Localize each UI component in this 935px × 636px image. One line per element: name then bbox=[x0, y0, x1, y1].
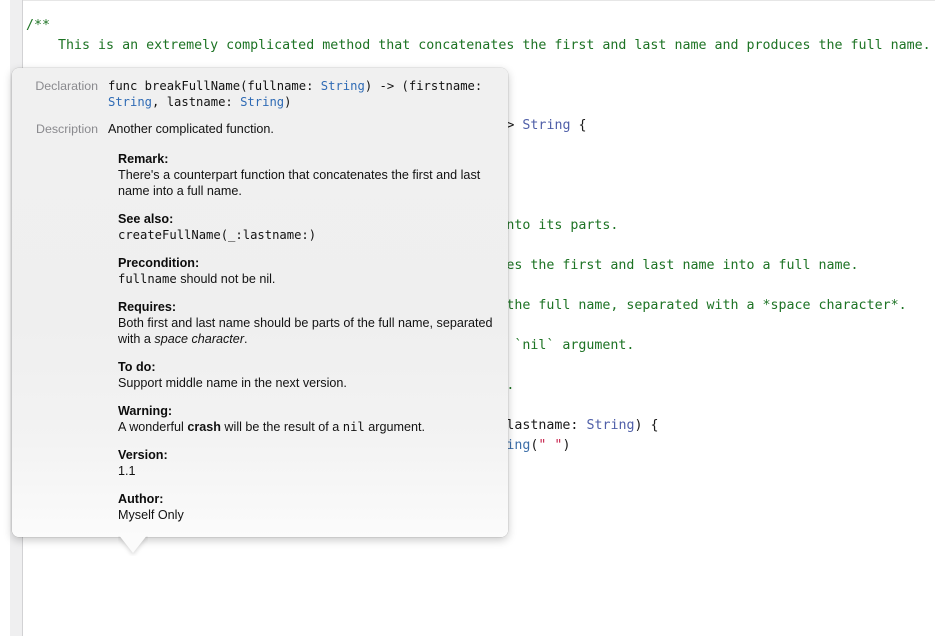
declaration-token: String bbox=[108, 95, 152, 109]
description-value: Another complicated function. bbox=[108, 121, 494, 137]
discussion-block: Precondition:fullname should not be nil. bbox=[118, 255, 494, 287]
code-line: This is an extremely complicated method … bbox=[26, 36, 931, 56]
discussion-block: Version:1.1 bbox=[118, 447, 494, 479]
code-token: This is an extremely complicated method … bbox=[26, 38, 931, 53]
discussion-body: A wonderful crash will be the result of … bbox=[118, 419, 494, 435]
quick-help-rows: Declaration func breakFullName(fullname:… bbox=[12, 68, 508, 137]
discussion-title: Precondition: bbox=[118, 255, 494, 271]
code-token: String bbox=[586, 418, 634, 433]
discussion-body: 1.1 bbox=[118, 463, 494, 479]
discussion-body: createFullName(_:lastname:) bbox=[118, 227, 494, 243]
quick-help-popover[interactable]: Declaration func breakFullName(fullname:… bbox=[12, 68, 508, 537]
discussion-block: Requires:Both first and last name should… bbox=[118, 299, 494, 347]
code-token: ) { bbox=[634, 418, 658, 433]
discussion-body: Support middle name in the next version. bbox=[118, 375, 494, 391]
discussion-title: Version: bbox=[118, 447, 494, 463]
discussion-body: Both first and last name should be parts… bbox=[118, 315, 494, 347]
discussion-body: There's a counterpart function that conc… bbox=[118, 167, 494, 199]
code-line: /** bbox=[26, 16, 931, 36]
discussion-block: Author:Myself Only bbox=[118, 491, 494, 523]
discussion-title: Warning: bbox=[118, 403, 494, 419]
discussion-title: See also: bbox=[118, 211, 494, 227]
declaration-token: , lastname: bbox=[152, 95, 240, 109]
discussion-block: Warning:A wonderful crash will be the re… bbox=[118, 403, 494, 435]
declaration-token: func breakFullName(fullname: bbox=[108, 79, 321, 93]
code-token: " " bbox=[538, 438, 562, 453]
editor-outer-margin bbox=[0, 0, 10, 636]
description-label: Description bbox=[12, 121, 108, 137]
discussion-block: To do:Support middle name in the next ve… bbox=[118, 359, 494, 391]
discussion-section: Remark:There's a counterpart function th… bbox=[12, 151, 508, 537]
discussion-body: Myself Only bbox=[118, 507, 494, 523]
declaration-value: func breakFullName(fullname: String) -> … bbox=[108, 78, 494, 110]
declaration-token: ) bbox=[284, 95, 291, 109]
declaration-token: String bbox=[321, 79, 365, 93]
discussion-title: Remark: bbox=[118, 151, 494, 167]
declaration-token: String bbox=[240, 95, 284, 109]
declaration-label: Declaration bbox=[12, 78, 108, 94]
discussion-block: Remark:There's a counterpart function th… bbox=[118, 151, 494, 199]
code-token: ) bbox=[562, 438, 570, 453]
discussion-title: To do: bbox=[118, 359, 494, 375]
discussion-title: Author: bbox=[118, 491, 494, 507]
discussion-body: fullname should not be nil. bbox=[118, 271, 494, 287]
description-row: Description Another complicated function… bbox=[12, 121, 508, 137]
declaration-row: Declaration func breakFullName(fullname:… bbox=[12, 78, 508, 110]
code-token: /** bbox=[26, 18, 50, 33]
discussion-title: Note: bbox=[118, 535, 494, 537]
discussion-title: Requires: bbox=[118, 299, 494, 315]
code-token: String bbox=[522, 118, 570, 133]
declaration-token: ) -> (firstname: bbox=[365, 79, 482, 93]
discussion-block: See also:createFullName(_:lastname:) bbox=[118, 211, 494, 243]
code-token: { bbox=[570, 118, 586, 133]
discussion-block: Note:Too much documentation for such a s… bbox=[118, 535, 494, 537]
editor-top-divider bbox=[23, 0, 935, 1]
